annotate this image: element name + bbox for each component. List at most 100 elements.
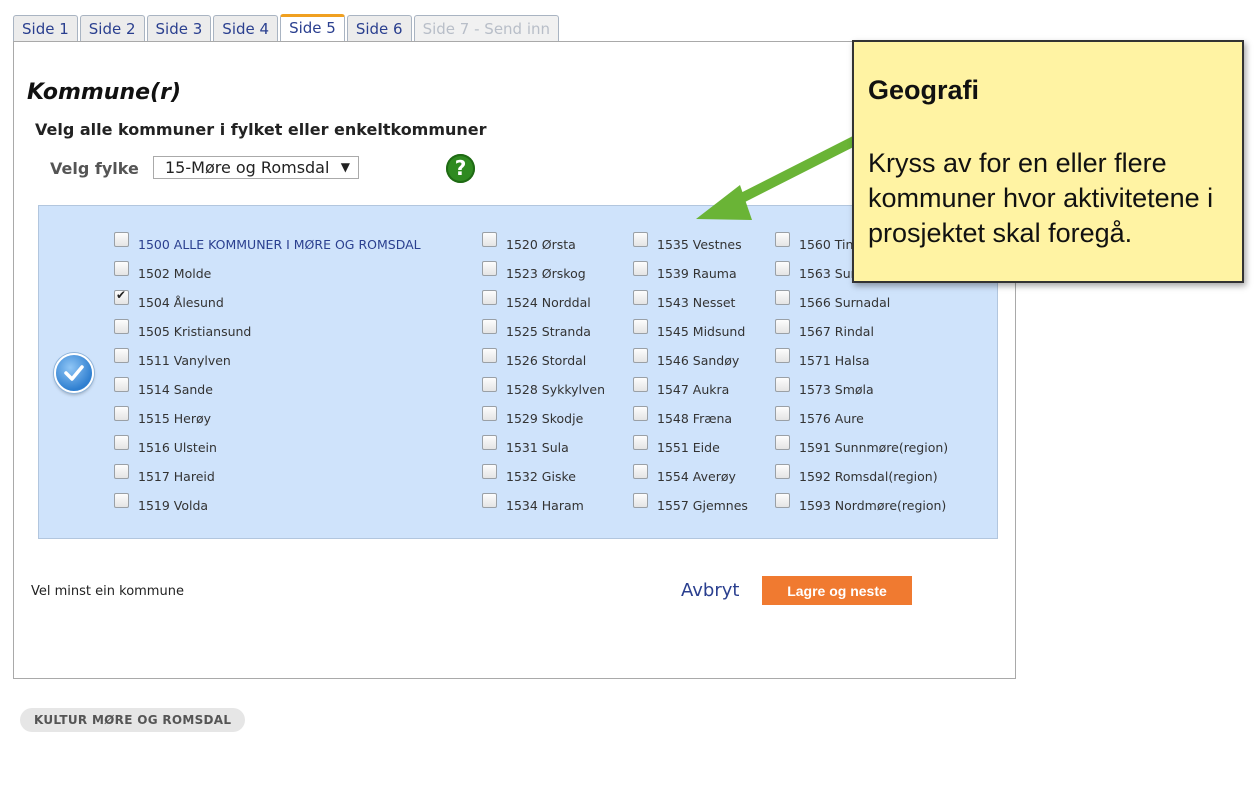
tab-side-2[interactable]: Side 2 (79, 15, 145, 42)
kommune-checkbox-label: 1547 Aukra (657, 382, 730, 397)
kommune-checkbox-item[interactable]: 1528 Sykkylven (482, 377, 606, 397)
kommune-checkbox-item[interactable]: 1504 Ålesund (114, 288, 224, 310)
kommune-checkbox[interactable] (775, 464, 790, 479)
annotation-callout: Geografi Kryss av for en eller flere kom… (852, 40, 1244, 283)
kommune-checkbox[interactable] (775, 290, 790, 305)
cancel-link[interactable]: Avbryt (681, 580, 739, 601)
kommune-checkbox-item[interactable]: 1534 Haram (482, 493, 584, 513)
kommune-checkbox[interactable] (114, 288, 129, 305)
help-icon[interactable]: ? (446, 154, 475, 183)
kommune-checkbox[interactable] (482, 464, 497, 479)
kommune-checkbox[interactable] (482, 261, 497, 276)
kommune-checkbox-item[interactable]: 1551 Eide (633, 435, 720, 455)
kommune-checkbox-label: 1523 Ørskog (506, 266, 586, 281)
kommune-checkbox-item[interactable]: 1593 Nordmøre(region) (775, 493, 946, 513)
kommune-checkbox-item[interactable]: 1526 Stordal (482, 348, 586, 368)
kommune-checkbox[interactable] (633, 290, 648, 305)
kommune-checkbox-item[interactable]: 1515 Herøy (114, 406, 211, 426)
kommune-checkbox-item[interactable]: 1511 Vanylven (114, 348, 231, 368)
kommune-checkbox-label: 1528 Sykkylven (506, 382, 606, 397)
kommune-checkbox-label: 1546 Sandøy (657, 353, 740, 368)
kommune-checkbox-item[interactable]: 1531 Sula (482, 435, 569, 455)
kommune-checkbox[interactable] (114, 232, 129, 247)
kommune-checkbox[interactable] (114, 348, 129, 363)
kommune-checkbox-item[interactable]: 1566 Surnadal (775, 290, 890, 310)
kommune-checkbox-item[interactable]: 1505 Kristiansund (114, 319, 251, 339)
kommune-checkbox[interactable] (633, 493, 648, 508)
kommune-checkbox-item[interactable]: 1567 Rindal (775, 319, 874, 339)
kommune-checkbox-item[interactable]: 1546 Sandøy (633, 348, 740, 368)
kommune-checkbox[interactable] (775, 261, 790, 276)
kommune-checkbox[interactable] (633, 232, 648, 247)
kommune-checkbox-item[interactable]: 1517 Hareid (114, 464, 215, 484)
kommune-checkbox[interactable] (114, 464, 129, 479)
kommune-checkbox[interactable] (114, 493, 129, 508)
kommune-checkbox[interactable] (114, 377, 129, 392)
kommune-checkbox-item[interactable]: 1554 Averøy (633, 464, 736, 484)
kommune-checkbox-item[interactable]: 1571 Halsa (775, 348, 870, 368)
tab-side-1[interactable]: Side 1 (13, 15, 78, 42)
kommune-checkbox-item[interactable]: 1548 Fræna (633, 406, 732, 426)
kommune-checkbox[interactable] (633, 435, 648, 450)
kommune-checkbox-item[interactable]: 1532 Giske (482, 464, 576, 484)
kommune-checkbox-item[interactable]: 1573 Smøla (775, 377, 874, 397)
kommune-checkbox[interactable] (114, 319, 129, 334)
kommune-checkbox-item[interactable]: 1576 Aure (775, 406, 864, 426)
kommune-checkbox[interactable] (775, 319, 790, 334)
kommune-checkbox-item[interactable]: 1535 Vestnes (633, 232, 742, 252)
fylke-select[interactable]: 15-Møre og Romsdal ▼ (153, 156, 359, 179)
kommune-checkbox-item[interactable]: 1591 Sunnmøre(region) (775, 435, 948, 455)
kommune-checkbox[interactable] (482, 435, 497, 450)
kommune-checkbox[interactable] (482, 493, 497, 508)
validation-message: Vel minst ein kommune (31, 584, 184, 599)
kommune-checkbox-item[interactable]: 1592 Romsdal(region) (775, 464, 938, 484)
kommune-checkbox[interactable] (482, 348, 497, 363)
kommune-checkbox[interactable] (633, 261, 648, 276)
kommune-checkbox-item[interactable]: 1519 Volda (114, 493, 208, 513)
kommune-checkbox[interactable] (775, 406, 790, 421)
tab-side-3[interactable]: Side 3 (146, 15, 212, 42)
kommune-checkbox[interactable] (114, 435, 129, 450)
select-all-checkmark-icon[interactable] (54, 353, 94, 393)
kommune-checkbox[interactable] (633, 319, 648, 334)
tab-side-6[interactable]: Side 6 (346, 15, 412, 42)
tab-side-4[interactable]: Side 4 (213, 15, 279, 42)
kommune-checkbox-item[interactable]: 1563 Sun (775, 261, 859, 281)
kommune-checkbox-item[interactable]: 1516 Ulstein (114, 435, 217, 455)
kommune-checkbox[interactable] (482, 377, 497, 392)
kommune-checkbox-item[interactable]: 1529 Skodje (482, 406, 583, 426)
kommune-checkbox-item[interactable]: 1525 Stranda (482, 319, 591, 339)
kommune-checkbox-item[interactable]: 1545 Midsund (633, 319, 745, 339)
kommune-checkbox-item[interactable]: 1523 Ørskog (482, 261, 586, 281)
kommune-checkbox-item[interactable]: 1500 ALLE KOMMUNER I MØRE OG ROMSDAL (114, 232, 421, 252)
kommune-checkbox[interactable] (114, 261, 129, 276)
kommune-checkbox[interactable] (114, 406, 129, 421)
kommune-checkbox[interactable] (775, 435, 790, 450)
kommune-checkbox[interactable] (482, 319, 497, 334)
dropdown-arrow-icon: ▼ (340, 160, 350, 174)
kommune-checkbox-item[interactable]: 1539 Rauma (633, 261, 737, 281)
kommune-checkbox-label: 1502 Molde (138, 266, 212, 281)
kommune-checkbox[interactable] (775, 232, 790, 247)
kommune-checkbox-label: 1560 Tin (799, 237, 854, 252)
kommune-checkbox-item[interactable]: 1543 Nesset (633, 290, 735, 310)
kommune-checkbox[interactable] (775, 377, 790, 392)
kommune-checkbox[interactable] (633, 406, 648, 421)
kommune-checkbox[interactable] (482, 406, 497, 421)
kommune-checkbox-item[interactable]: 1524 Norddal (482, 290, 591, 310)
kommune-checkbox-item[interactable]: 1557 Gjemnes (633, 493, 748, 513)
kommune-checkbox-item[interactable]: 1560 Tin (775, 232, 854, 252)
kommune-checkbox[interactable] (775, 348, 790, 363)
kommune-checkbox[interactable] (775, 493, 790, 508)
kommune-checkbox[interactable] (633, 377, 648, 392)
kommune-checkbox[interactable] (633, 348, 648, 363)
kommune-checkbox[interactable] (482, 290, 497, 305)
kommune-checkbox[interactable] (482, 232, 497, 247)
kommune-checkbox-item[interactable]: 1520 Ørsta (482, 232, 576, 252)
kommune-checkbox[interactable] (633, 464, 648, 479)
kommune-checkbox-item[interactable]: 1514 Sande (114, 377, 213, 397)
tab-side-5[interactable]: Side 5 (280, 14, 345, 42)
save-and-next-button[interactable]: Lagre og neste (762, 576, 912, 605)
kommune-checkbox-item[interactable]: 1502 Molde (114, 261, 212, 281)
kommune-checkbox-item[interactable]: 1547 Aukra (633, 377, 730, 397)
